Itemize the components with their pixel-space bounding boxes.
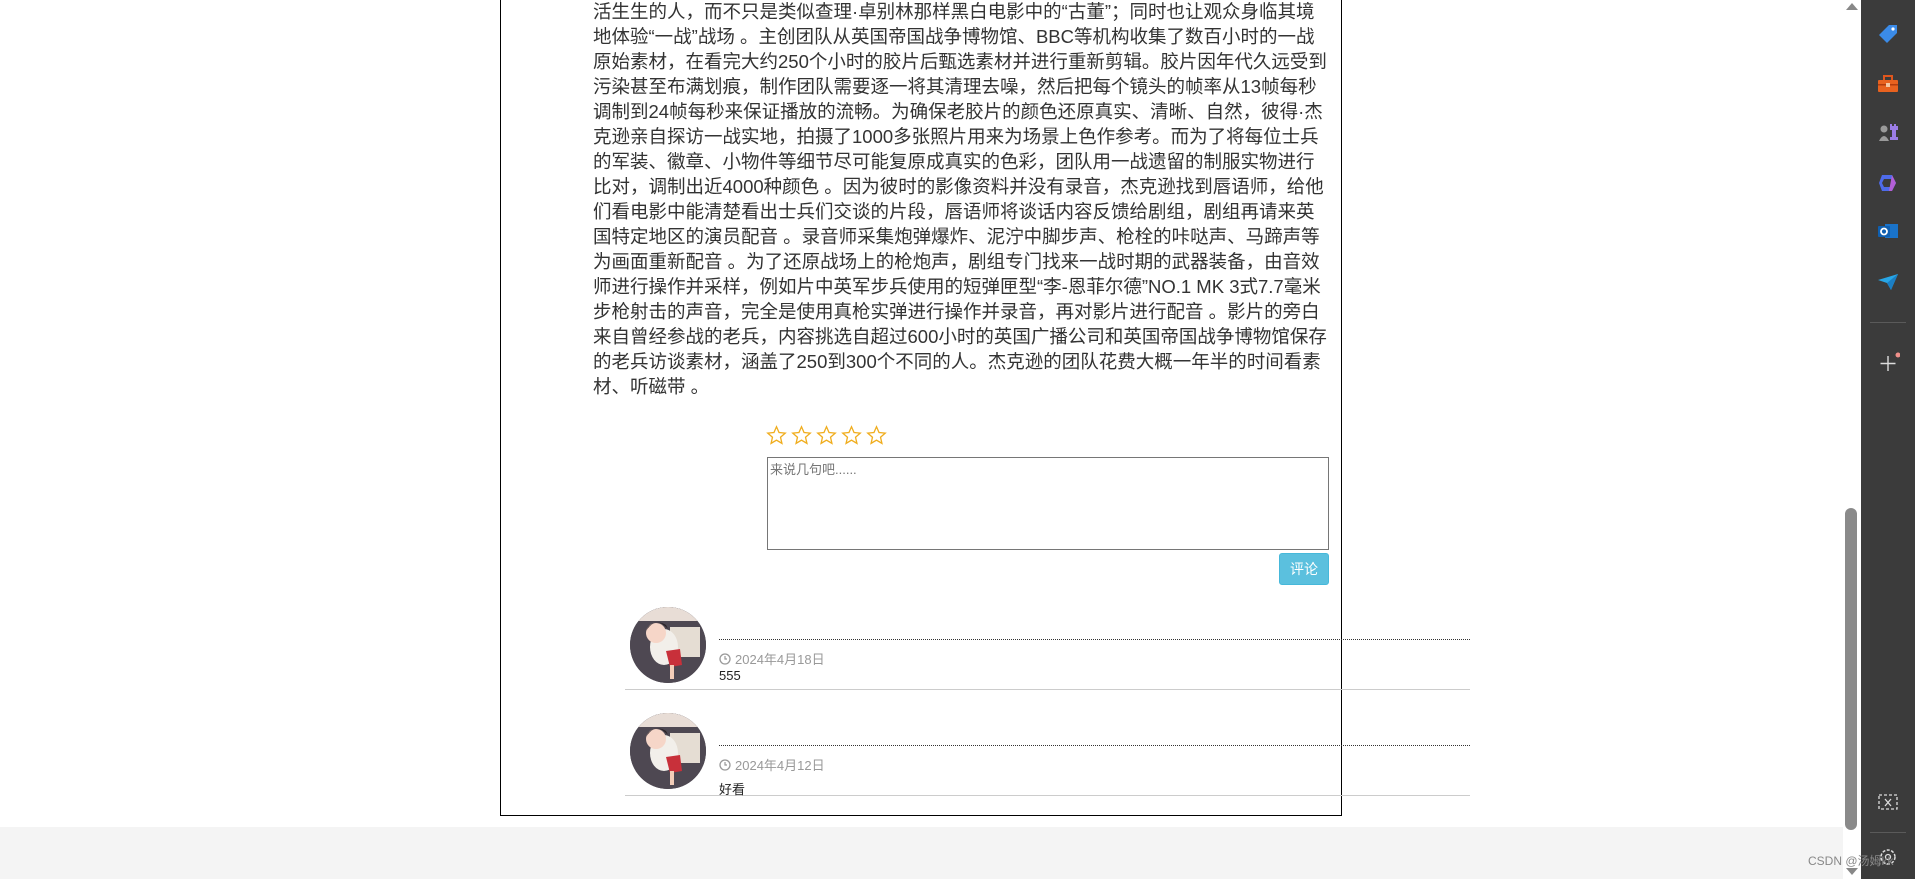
article-line: 师进行操作并采样，例如片中英军步兵使用的短弹匣型“李-恩菲尔德”NO.1 MK …: [593, 276, 1321, 297]
comment-date: 2024年4月18日: [719, 649, 825, 668]
tag-icon[interactable]: [1876, 22, 1900, 44]
star-icon[interactable]: [816, 425, 837, 446]
web-page: 活生生的人，而不只是类似查理·卓别林那样黑白电影中的“古董”；同时也让观众身临其…: [0, 0, 1843, 879]
page-footer-band: [0, 827, 1843, 879]
article-line: 为画面重新配音 。为了还原战场上的枪炮声，剧组专门找来一战时期的武器装备，由音效: [593, 251, 1320, 272]
star-icon[interactable]: [766, 425, 787, 446]
send-icon[interactable]: [1876, 271, 1900, 293]
scrollbar[interactable]: [1843, 0, 1861, 879]
star-rating[interactable]: [766, 425, 887, 446]
clock-icon: [719, 758, 731, 771]
scrollbar-thumb[interactable]: [1845, 508, 1857, 830]
article-line: 比对，调制出近4000种颜色 。因为彼时的影像资料并没有录音，杰克逊找到唇语师，…: [593, 176, 1324, 197]
outlook-icon[interactable]: [1876, 220, 1900, 242]
article-line: 污染甚至布满划痕，制作团队需要逐一将其清理去噪，然后把每个镜头的帧率从13帧每秒: [593, 76, 1317, 97]
star-icon[interactable]: [791, 425, 812, 446]
star-icon[interactable]: [866, 425, 887, 446]
add-icon[interactable]: [1876, 352, 1900, 374]
submit-comment-button[interactable]: 评论: [1279, 553, 1329, 585]
star-icon[interactable]: [841, 425, 862, 446]
comment-text: 好看: [719, 782, 746, 797]
article-line: 地体验“一战”战场 。主创团队从英国帝国战争博物馆、BBC等机构收集了数百小时的…: [593, 26, 1315, 47]
article-line: 的老兵访谈素材，涵盖了250到300个不同的人。杰克逊的团队花费大概一年半的时间…: [593, 351, 1321, 372]
screenshot-icon[interactable]: [1876, 791, 1900, 813]
article-line: 国特定地区的演员配音 。录音师采集炮弹爆炸、泥泞中脚步声、枪栓的咔哒声、马蹄声等: [593, 226, 1320, 247]
article-line: 材、听磁带 。: [593, 376, 710, 397]
avatar[interactable]: [630, 713, 706, 789]
article-text: 活生生的人，而不只是类似查理·卓别林那样黑白电影中的“古董”；同时也让观众身临其…: [593, 0, 1377, 399]
comment-text: 555: [719, 668, 741, 683]
comment-item: 2024年4月18日 555: [625, 600, 1470, 690]
scroll-up-arrow[interactable]: [1846, 3, 1858, 10]
browser-sidebar: [1861, 0, 1915, 879]
article-line: 步枪射击的声音，完全是使用真枪实弹进行操作并录音，再对影片进行配音 。影片的旁白: [593, 301, 1320, 322]
article-line: 活生生的人，而不只是类似查理·卓别林那样黑白电影中的“古董”；同时也让观众身临其…: [593, 1, 1315, 22]
sidebar-divider: [1870, 322, 1906, 323]
comment-textarea[interactable]: [767, 457, 1329, 550]
chess-icon[interactable]: [1876, 121, 1900, 143]
comment-date: 2024年4月12日: [719, 755, 825, 774]
copilot-icon[interactable]: [1876, 172, 1900, 194]
scroll-down-arrow[interactable]: [1846, 868, 1858, 875]
toolbox-icon[interactable]: [1876, 73, 1900, 95]
clock-icon: [719, 652, 731, 665]
article-line: 来自曾经参战的老兵，内容挑选自超过600小时的英国广播公司和英国帝国战争博物馆保…: [593, 326, 1327, 347]
article-line: 调制到24帧每秒来保证播放的流畅。为确保老胶片的颜色还原真实、清晰、自然，彼得·…: [593, 101, 1323, 122]
article-line: 们看电影中能清楚看出士兵们交谈的片段，唇语师将谈话内容反馈给剧组，剧组再请来英: [593, 201, 1315, 222]
article-line: 的军装、徽章、小物件等细节尽可能复原成真实的色彩，团队用一战遗留的制服实物进行: [593, 151, 1315, 172]
article-line: 克逊亲自探访一战实地，拍摄了1000多张照片用来为场景上色作参考。而为了将每位士…: [593, 126, 1319, 147]
comment-item: 2024年4月12日 好看: [625, 706, 1470, 797]
comment-date-text: 2024年4月18日: [735, 652, 825, 667]
avatar[interactable]: [630, 607, 706, 683]
watermark: CSDN @汤姆kk: [1808, 854, 1894, 868]
comment-divider: [719, 639, 1470, 640]
comment-divider: [719, 745, 1470, 746]
article-line: 原始素材，在看完大约250个小时的胶片后甄选素材并进行重新剪辑。胶片因年代久远受…: [593, 51, 1327, 72]
sidebar-divider: [1870, 832, 1906, 833]
comment-date-text: 2024年4月12日: [735, 758, 825, 773]
